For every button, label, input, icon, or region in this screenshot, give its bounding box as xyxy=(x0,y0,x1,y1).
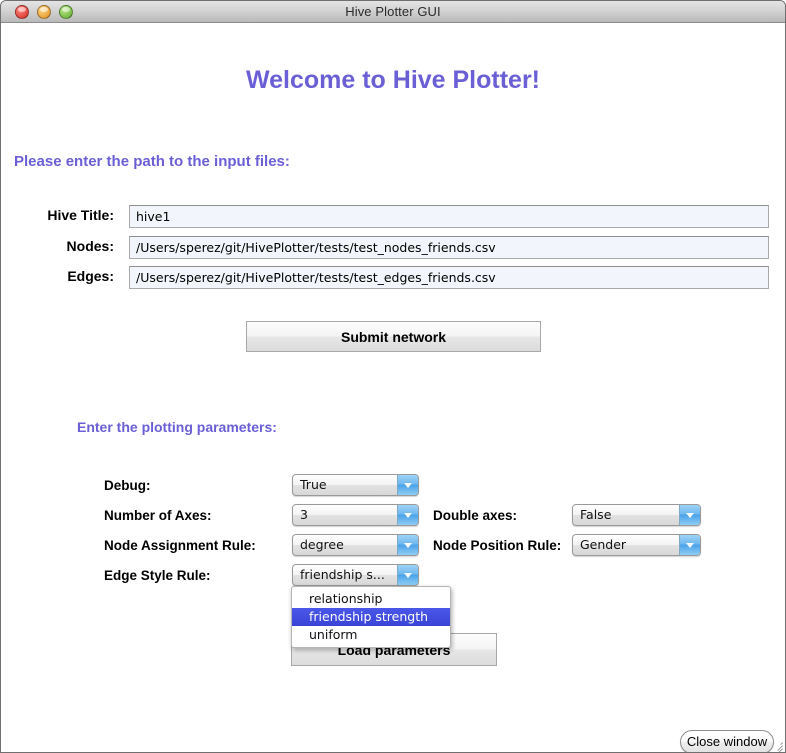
nodes-path-input[interactable]: /Users/sperez/git/HivePlotter/tests/test… xyxy=(129,236,769,259)
welcome-heading: Welcome to Hive Plotter! xyxy=(245,66,541,94)
window-title: Hive Plotter GUI xyxy=(345,4,441,19)
application-window: Hive Plotter GUI Welcome to Hive Plotter… xyxy=(0,0,786,753)
node-assignment-rule-dropdown-value: degree xyxy=(300,537,344,552)
menu-item-relationship[interactable]: relationship xyxy=(292,590,450,608)
nodes-path-row: Nodes: /Users/sperez/git/HivePlotter/tes… xyxy=(1,236,771,259)
title-bar[interactable]: Hive Plotter GUI xyxy=(1,1,785,23)
hive-title-label: Hive Title: xyxy=(47,207,114,223)
number-of-axes-label: Number of Axes: xyxy=(104,508,212,523)
edge-style-rule-dropdown-value: friendship s... xyxy=(300,567,385,582)
chevron-down-icon[interactable] xyxy=(397,535,418,555)
hive-title-input[interactable]: hive1 xyxy=(129,205,769,228)
double-axes-dropdown[interactable]: False xyxy=(572,504,701,526)
node-position-rule-dropdown[interactable]: Gender xyxy=(572,534,701,556)
number-of-axes-dropdown-value: 3 xyxy=(300,507,308,522)
paths-prompt-label: Please enter the path to the input files… xyxy=(14,153,290,170)
edge-style-rule-label: Edge Style Rule: xyxy=(104,568,211,583)
menu-item-friendship-strength[interactable]: friendship strength xyxy=(292,608,450,626)
close-window-button[interactable]: Close window xyxy=(680,730,774,752)
double-axes-label: Double axes: xyxy=(433,508,518,523)
chevron-down-icon[interactable] xyxy=(397,565,418,585)
chevron-down-icon[interactable] xyxy=(679,505,700,525)
edges-path-label: Edges: xyxy=(67,268,114,284)
number-of-axes-dropdown[interactable]: 3 xyxy=(292,504,419,526)
edges-path-input[interactable]: /Users/sperez/git/HivePlotter/tests/test… xyxy=(129,266,769,289)
node-position-rule-label: Node Position Rule: xyxy=(433,538,562,553)
node-position-rule-dropdown-value: Gender xyxy=(580,537,627,552)
debug-dropdown-value: True xyxy=(300,477,327,492)
menu-item-uniform[interactable]: uniform xyxy=(292,626,450,644)
edges-path-row: Edges: /Users/sperez/git/HivePlotter/tes… xyxy=(1,266,771,289)
hive-title-row: Hive Title: hive1 xyxy=(1,205,771,228)
node-assignment-rule-dropdown[interactable]: degree xyxy=(292,534,419,556)
chevron-down-icon[interactable] xyxy=(397,475,418,495)
node-assignment-rule-label: Node Assignment Rule: xyxy=(104,538,256,553)
nodes-path-label: Nodes: xyxy=(66,238,114,254)
double-axes-dropdown-value: False xyxy=(580,507,612,522)
chevron-down-icon[interactable] xyxy=(397,505,418,525)
edge-style-rule-menu[interactable]: relationship friendship strength uniform xyxy=(291,586,451,648)
edge-style-rule-dropdown[interactable]: friendship s... xyxy=(292,564,419,586)
window-content: Welcome to Hive Plotter! Please enter th… xyxy=(1,23,785,752)
debug-dropdown[interactable]: True xyxy=(292,474,419,496)
debug-label: Debug: xyxy=(104,478,151,493)
chevron-down-icon[interactable] xyxy=(679,535,700,555)
params-prompt-label: Enter the plotting parameters: xyxy=(77,419,277,435)
submit-network-button[interactable]: Submit network xyxy=(246,321,541,352)
resize-grip-icon[interactable] xyxy=(770,737,783,752)
